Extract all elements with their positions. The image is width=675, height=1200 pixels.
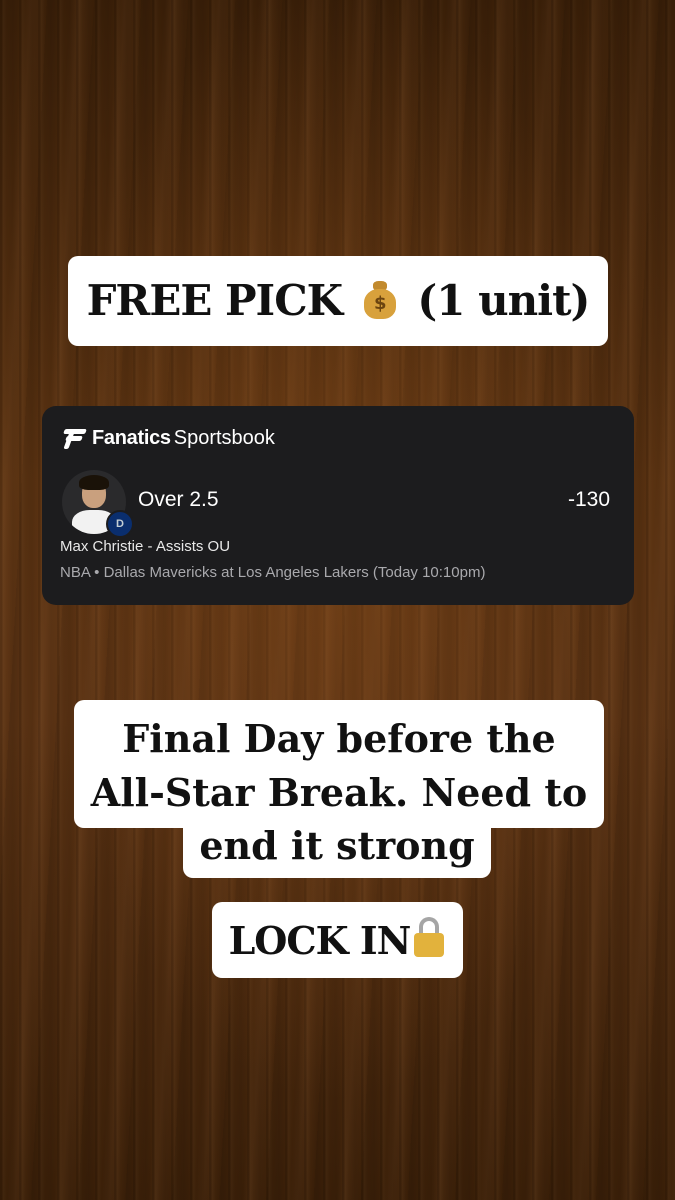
bet-event: NBA • Dallas Mavericks at Los Angeles La… <box>60 564 486 581</box>
sportsbook-brand: Fanatics Sportsbook <box>62 424 275 452</box>
brand-suffix: Sportsbook <box>173 426 275 449</box>
bet-slip-card[interactable]: Fanatics Sportsbook D Over 2.5 -130 Max … <box>42 406 634 605</box>
message-caption-tail: end it strong <box>183 826 491 878</box>
free-pick-caption: FREE PICK $ (1 unit) <box>68 256 608 346</box>
lock-in-text: LOCK IN <box>228 918 412 963</box>
money-bag-icon: $ <box>362 279 398 319</box>
message-line-1: Final Day before the <box>122 716 556 761</box>
message-caption: Final Day before the All-Star Break. Nee… <box>74 700 604 828</box>
lock-icon <box>412 917 446 957</box>
fanatics-logo-icon <box>62 427 88 449</box>
unit-text: (1 unit) <box>417 276 590 325</box>
bet-odds: -130 <box>567 488 610 511</box>
bet-selection: Over 2.5 <box>138 488 219 511</box>
message-line-3: end it strong <box>199 823 475 868</box>
bet-market: Max Christie - Assists OU <box>60 538 231 555</box>
free-pick-text: FREE PICK <box>86 276 344 325</box>
mavericks-logo-icon: D <box>106 510 134 538</box>
message-line-2: All-Star Break. Need to <box>90 770 588 815</box>
brand-name: Fanatics <box>92 426 171 449</box>
lock-in-caption: LOCK IN <box>212 902 463 978</box>
